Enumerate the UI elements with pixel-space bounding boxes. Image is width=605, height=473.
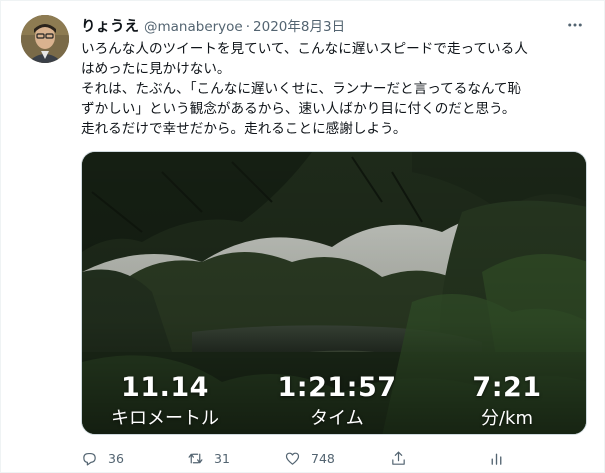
tweet-header: りょうえ @manaberyoe · 2020年8月3日 bbox=[81, 15, 345, 35]
reply-button[interactable]: 36 bbox=[81, 447, 124, 469]
stats-icon bbox=[491, 453, 502, 465]
distance-stat: 11.14 キロメートル bbox=[100, 372, 230, 432]
more-options-button[interactable] bbox=[560, 13, 590, 37]
heart-icon bbox=[285, 452, 300, 465]
analytics-button[interactable] bbox=[488, 447, 515, 469]
reply-count: 36 bbox=[108, 450, 124, 466]
tweet-text-line: はめったに見かけない。 bbox=[81, 61, 231, 77]
tweet-text-line: それは、たぶん、「こんなに遅いくせに、ランナーだと言ってるなんて恥 bbox=[81, 81, 522, 97]
tweet-card[interactable]: りょうえ @manaberyoe · 2020年8月3日 いろんな人のツイートを… bbox=[0, 0, 605, 473]
tweet-text-line: いろんな人のツイートを見ていて、こんなに遅いスピードで走っている人 bbox=[81, 41, 528, 57]
tweet-text-line: 走れるだけで幸せだから。走れることに感謝しよう。 bbox=[81, 121, 407, 137]
tweet-date[interactable]: 2020年8月3日 bbox=[253, 15, 345, 35]
share-button[interactable] bbox=[390, 447, 417, 469]
tweet-text-line: ずかしい」という観念があるから、速い人ばかり目に付くのだと思う。 bbox=[81, 101, 516, 117]
retweet-icon bbox=[188, 453, 203, 463]
distance-unit: キロメートル bbox=[111, 408, 219, 429]
like-button[interactable]: 748 bbox=[284, 447, 335, 469]
like-count: 748 bbox=[311, 450, 335, 466]
share-icon bbox=[392, 451, 405, 465]
more-horizontal-icon bbox=[568, 23, 582, 27]
pace-value: 7:21 bbox=[472, 372, 542, 403]
distance-value: 11.14 bbox=[121, 372, 209, 403]
tweet-actions: 36 31 748 bbox=[81, 447, 511, 469]
avatar[interactable] bbox=[21, 15, 69, 63]
time-stat: 1:21:57 タイム bbox=[262, 372, 412, 432]
tweet-text: いろんな人のツイートを見ていて、こんなに遅いスピードで走っている人 はめったに見… bbox=[81, 39, 591, 139]
time-value: 1:21:57 bbox=[277, 372, 397, 403]
reply-icon bbox=[83, 452, 96, 465]
pace-stat: 7:21 分/km bbox=[452, 372, 562, 432]
display-name[interactable]: りょうえ bbox=[81, 15, 139, 36]
time-unit: タイム bbox=[310, 408, 364, 429]
separator-dot: · bbox=[245, 19, 251, 35]
retweet-button[interactable]: 31 bbox=[187, 447, 230, 469]
user-handle[interactable]: @manaberyoe bbox=[144, 19, 243, 35]
tweet-photo[interactable]: 11.14 キロメートル 1:21:57 タイム 7:21 分/km bbox=[81, 151, 587, 435]
retweet-count: 31 bbox=[214, 450, 230, 466]
pace-unit: 分/km bbox=[480, 408, 534, 429]
